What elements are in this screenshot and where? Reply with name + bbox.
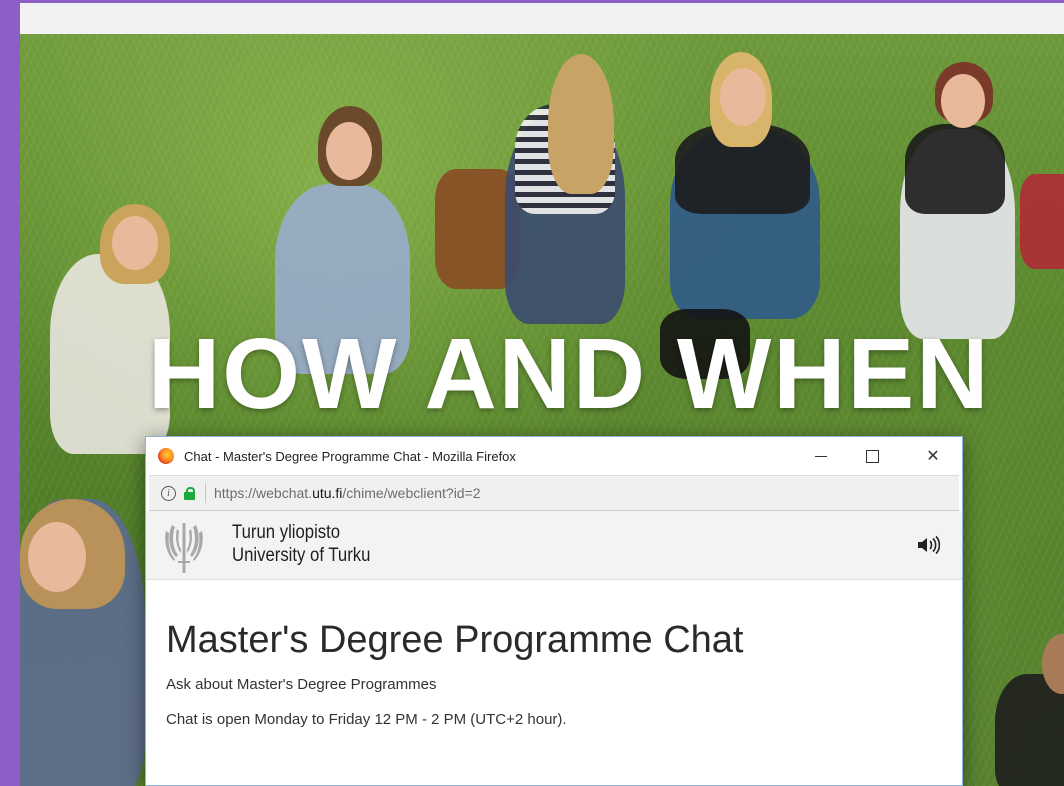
close-button[interactable]: ✕ xyxy=(910,437,956,475)
chat-subtitle: Ask about Master's Degree Programmes xyxy=(166,675,437,693)
url-prefix: https://webchat. xyxy=(214,485,313,501)
student-head xyxy=(326,122,372,180)
speaker-icon[interactable] xyxy=(916,535,940,555)
chat-title: Master's Degree Programme Chat xyxy=(166,619,744,661)
student-head xyxy=(112,216,158,270)
student-head xyxy=(720,68,766,126)
chat-popup-window[interactable]: Chat - Master's Degree Programme Chat - … xyxy=(145,436,963,786)
chat-header: Turun yliopisto University of Turku xyxy=(146,511,962,580)
student-head xyxy=(941,74,985,128)
student-head xyxy=(28,522,86,592)
minimize-icon xyxy=(815,455,827,457)
window-title: Chat - Master's Degree Programme Chat - … xyxy=(184,448,516,464)
student-hair xyxy=(548,54,614,194)
hero-title: HOW AND WHEN xyxy=(148,318,991,430)
info-icon[interactable]: i xyxy=(161,485,176,501)
university-name: Turun yliopisto University of Turku xyxy=(232,521,370,567)
address-bar[interactable]: i https://webchat.utu.fi/chime/webclient… xyxy=(149,475,959,511)
chat-content: Master's Degree Programme Chat Ask about… xyxy=(146,619,962,728)
chat-opening-hours: Chat is open Monday to Friday 12 PM - 2 … xyxy=(166,710,567,728)
university-logo-icon xyxy=(165,523,203,573)
minimize-button[interactable] xyxy=(798,437,844,475)
url-separator xyxy=(205,483,206,503)
lock-icon[interactable] xyxy=(184,486,195,500)
firefox-icon xyxy=(158,448,174,464)
url-text[interactable]: https://webchat.utu.fi/chime/webclient?i… xyxy=(214,485,481,501)
maximize-icon xyxy=(865,449,879,463)
student-shirt xyxy=(905,124,1005,214)
backpack xyxy=(1020,174,1064,269)
url-path: /chime/webclient?id=2 xyxy=(342,485,481,501)
url-domain: utu.fi xyxy=(312,485,343,501)
university-name-fi: Turun yliopisto xyxy=(232,522,341,543)
close-icon: ✕ xyxy=(926,448,940,465)
window-titlebar[interactable]: Chat - Master's Degree Programme Chat - … xyxy=(146,437,962,475)
maximize-button[interactable] xyxy=(849,437,895,475)
browser-toolbar-strip xyxy=(20,0,1064,34)
university-name-en: University of Turku xyxy=(232,545,371,566)
